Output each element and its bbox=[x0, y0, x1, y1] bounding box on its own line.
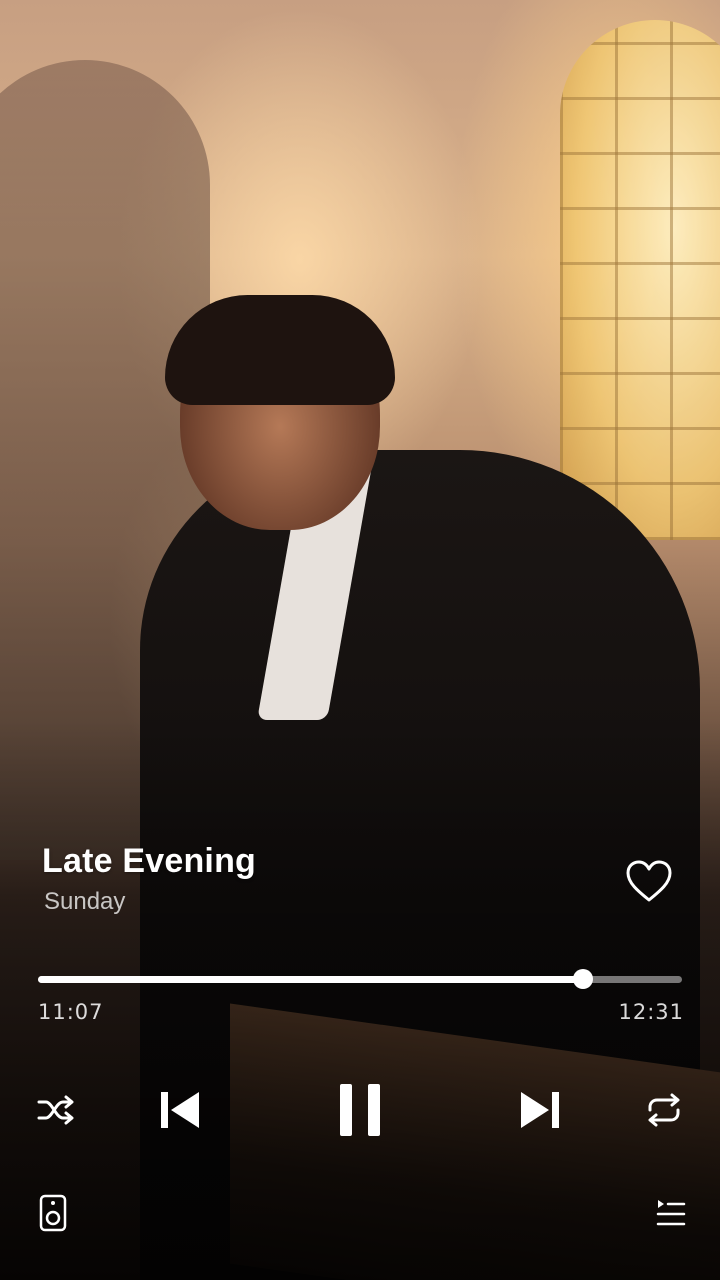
shuffle-button[interactable] bbox=[34, 1088, 78, 1132]
track-title: Late Evening bbox=[42, 842, 257, 880]
repeat-icon bbox=[648, 1093, 680, 1127]
previous-track-button[interactable] bbox=[156, 1086, 204, 1134]
skip-previous-icon bbox=[161, 1092, 199, 1128]
background-person-hair bbox=[165, 295, 395, 405]
next-track-button[interactable] bbox=[516, 1086, 564, 1134]
playlist-queue-icon bbox=[656, 1200, 686, 1226]
track-artist[interactable]: Sunday bbox=[44, 888, 125, 916]
play-pause-button[interactable] bbox=[334, 1078, 386, 1142]
now-playing-screen: Late Evening Sunday 11:07 12:31 bbox=[0, 0, 720, 1280]
seek-bar[interactable] bbox=[38, 969, 682, 990]
queue-button[interactable] bbox=[654, 1196, 688, 1232]
skip-next-icon bbox=[521, 1092, 559, 1128]
shuffle-icon bbox=[37, 1095, 74, 1125]
speaker-device-icon bbox=[39, 1194, 67, 1232]
total-duration: 12:31 bbox=[618, 1000, 684, 1024]
background-shade bbox=[0, 720, 720, 1280]
elapsed-time: 11:07 bbox=[38, 1000, 104, 1024]
pause-icon bbox=[340, 1084, 380, 1136]
repeat-button[interactable] bbox=[642, 1088, 686, 1132]
output-device-button[interactable] bbox=[36, 1192, 70, 1234]
seek-bar-thumb[interactable] bbox=[573, 969, 594, 989]
heart-icon bbox=[626, 860, 672, 902]
seek-bar-progress bbox=[38, 976, 584, 983]
like-button[interactable] bbox=[624, 858, 674, 904]
